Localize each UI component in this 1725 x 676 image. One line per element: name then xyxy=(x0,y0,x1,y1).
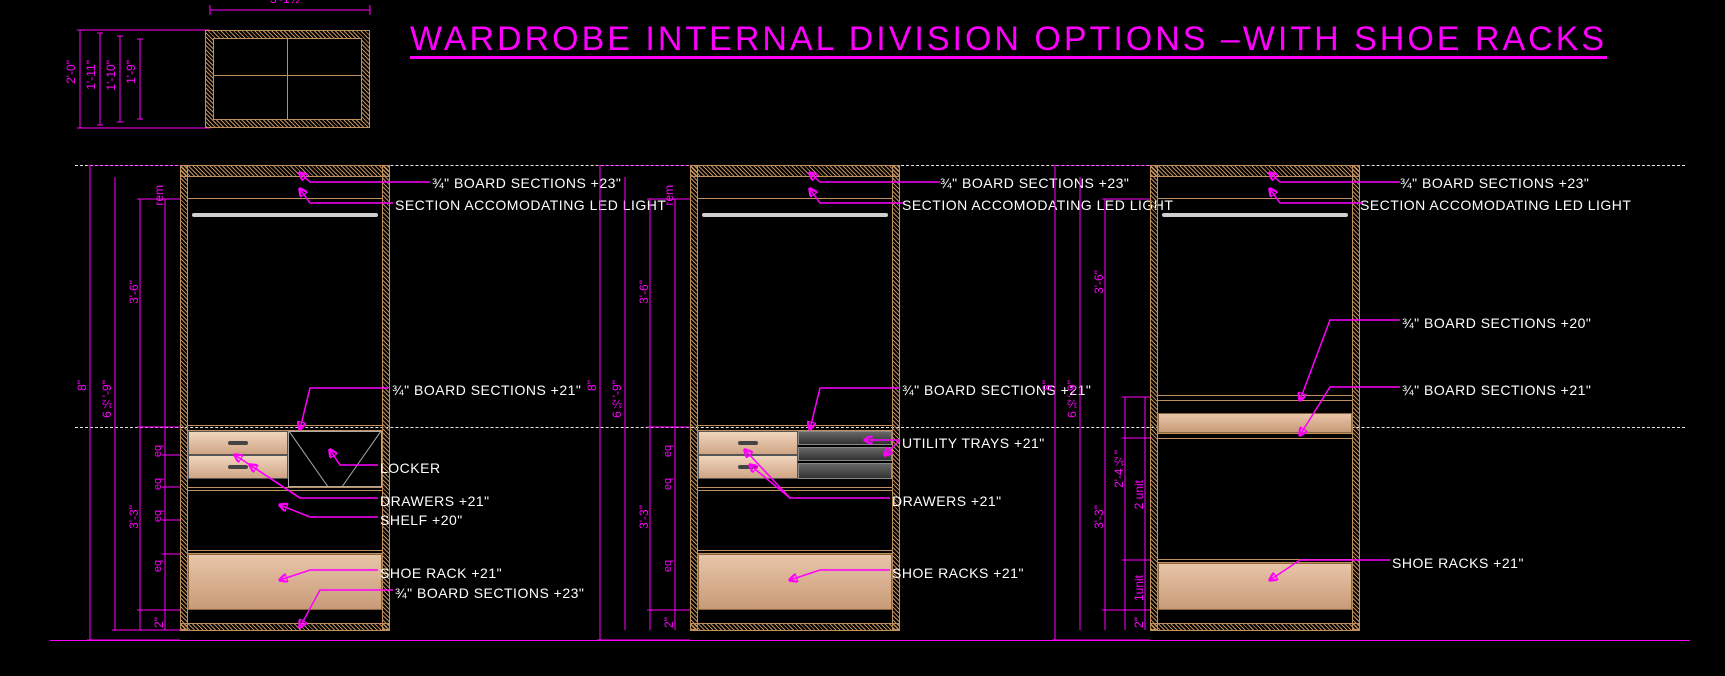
lbl1-shoerack: SHOE RACK +21" xyxy=(380,565,502,581)
dim2-toe: 2" xyxy=(662,617,676,628)
lbl1-board23b: ¾" BOARD SECTIONS +23" xyxy=(395,585,584,601)
utility-tray-2b xyxy=(798,447,892,461)
lbl3-led: SECTION ACCOMODATING LED LIGHT xyxy=(1360,197,1631,213)
wardrobe-option-3 xyxy=(1150,165,1360,640)
lbl3-shoeracks: SHOE RACKS +21" xyxy=(1392,555,1524,571)
plan-dim-2: 1'-10" xyxy=(104,60,118,91)
dim3-sub3: 1unit xyxy=(1132,575,1146,601)
hanger-rail-2 xyxy=(702,213,888,217)
shelf-3 xyxy=(1158,413,1352,433)
dim1-eq1: eq xyxy=(152,445,164,457)
utility-tray-2a xyxy=(798,431,892,445)
dim1-eq3: eq xyxy=(152,510,164,522)
dim3-hanging: 3'-6" xyxy=(1092,270,1106,294)
dim3-toe: 2" xyxy=(1132,617,1146,628)
plan-dim-3: 1'-9" xyxy=(124,60,138,84)
utility-tray-2c xyxy=(798,463,892,479)
hanger-rail-3 xyxy=(1162,213,1348,217)
dim2-lower: 3'-3" xyxy=(637,505,651,529)
dim3-full: 6½'-9" xyxy=(1065,380,1079,418)
plan-dim-1: 1'-11" xyxy=(84,60,98,90)
drawer-1a xyxy=(188,431,288,455)
plan-dim-outer: 2'-0" xyxy=(64,60,78,84)
dim1-hanging: 3'-6" xyxy=(127,280,141,304)
lbl1-drawers: DRAWERS +21" xyxy=(380,493,490,509)
locker-1 xyxy=(288,431,382,487)
dim1-lower: 3'-3" xyxy=(127,505,141,529)
lbl1-locker: LOCKER xyxy=(380,460,441,476)
lbl1-board21: ¾" BOARD SECTIONS +21" xyxy=(392,382,581,398)
dim-stack-1 xyxy=(75,165,185,650)
lbl3-board21: ¾" BOARD SECTIONS +21" xyxy=(1402,382,1591,398)
plan-dim-width: 3'-1½" xyxy=(270,0,304,6)
dim3-lower: 3'-3" xyxy=(1092,505,1106,529)
drawer-2a xyxy=(698,431,798,455)
dim3-open: 8" xyxy=(1040,380,1054,391)
lbl3-board23: ¾" BOARD SECTIONS +23" xyxy=(1400,175,1589,191)
dim1-opening: 8" xyxy=(75,380,89,391)
plan-view: 2'-0" 1'-11" 1'-10" 1'-9" 3'-1½" xyxy=(70,10,370,140)
lbl2-shoeracks: SHOE RACKS +21" xyxy=(892,565,1024,581)
lbl3-board20: ¾" BOARD SECTIONS +20" xyxy=(1402,315,1591,331)
baseline xyxy=(50,640,1690,641)
lbl1-shelf: SHELF +20" xyxy=(380,512,463,528)
dim-stack-2 xyxy=(585,165,695,650)
shoe-rack-2 xyxy=(698,554,892,610)
wardrobe-option-1 xyxy=(180,165,390,640)
dim2-hanging: 3'-6" xyxy=(637,280,651,304)
lbl2-utility: UTILITY TRAYS +21" xyxy=(902,435,1045,451)
dim1-toe: 2" xyxy=(152,617,166,628)
shoe-rack-3 xyxy=(1158,563,1352,610)
lbl2-drawers: DRAWERS +21" xyxy=(892,493,1002,509)
drawer-2b xyxy=(698,455,798,479)
dim3-sub2: 2 unit xyxy=(1132,480,1146,509)
dim1-eq2: eq xyxy=(152,478,164,490)
hanger-rail-1 xyxy=(192,213,378,217)
dim2-rem: rem xyxy=(662,185,676,206)
wardrobe-option-2 xyxy=(690,165,900,640)
dim1-rem: rem xyxy=(152,185,166,206)
drawer-1b xyxy=(188,455,288,479)
shoe-rack-1 xyxy=(188,554,382,610)
dim2-open: 8" xyxy=(585,380,599,391)
dim1-eq4: eq xyxy=(152,560,164,572)
dim1-full: 6½'-9" xyxy=(100,380,114,418)
dim2-full: 6½'-9" xyxy=(610,380,624,418)
drawing-title: WARDROBE INTERNAL DIVISION OPTIONS –WITH… xyxy=(410,20,1607,59)
dim3-sub1: 2'-4½" xyxy=(1112,450,1126,488)
